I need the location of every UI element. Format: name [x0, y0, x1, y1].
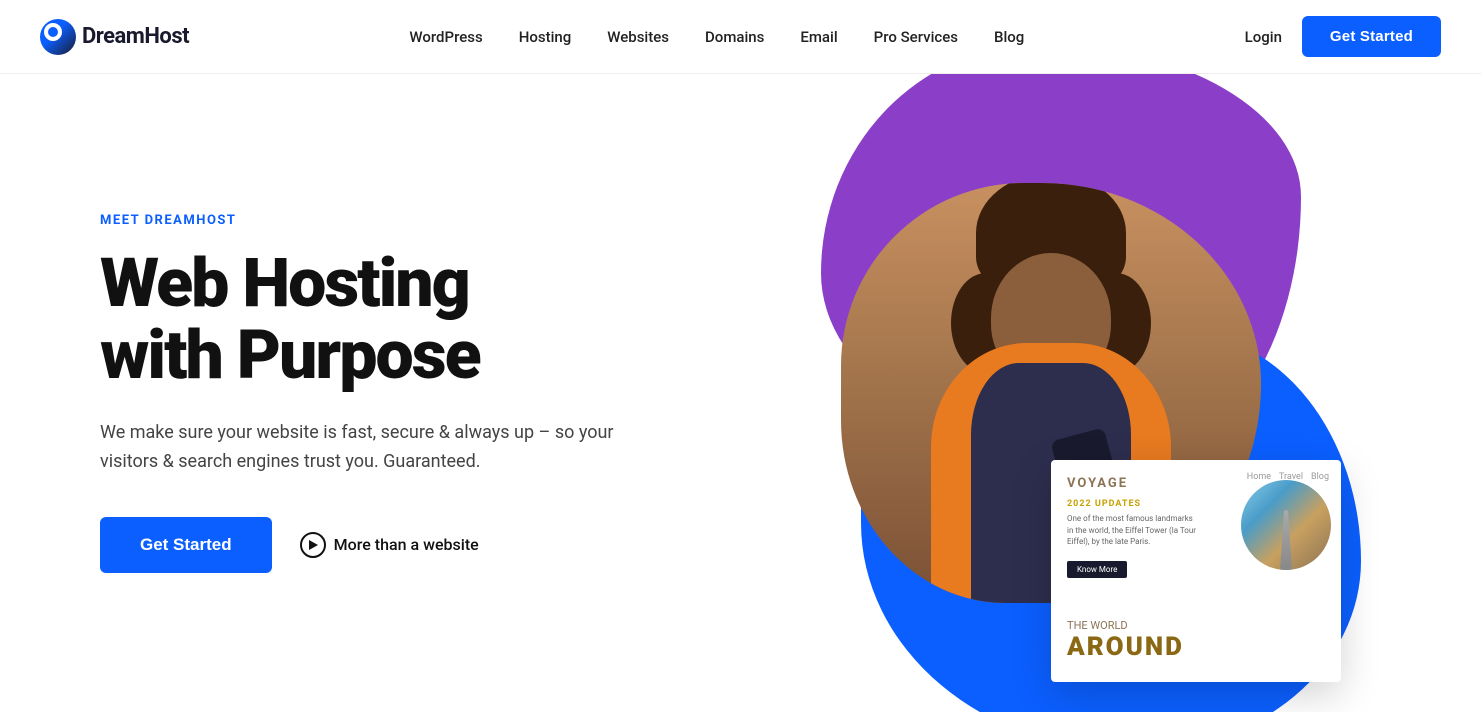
- voyage-image-inner: [1241, 480, 1331, 570]
- eiffel-tower-icon: [1276, 510, 1296, 570]
- hero-left: MEET DREAMHOST Web Hosting with Purpose …: [100, 213, 805, 572]
- nav-pro-services[interactable]: Pro Services: [874, 28, 958, 46]
- hero-right: VOYAGE Home Travel Blog 2022 UPDATES One…: [805, 74, 1381, 712]
- voyage-know-more-button[interactable]: Know More: [1067, 561, 1127, 578]
- nav-right: Login Get Started: [1245, 16, 1441, 57]
- hero-subtitle: We make sure your website is fast, secur…: [100, 419, 620, 477]
- hero-title: Web Hosting with Purpose: [100, 248, 765, 391]
- hero-title-line2: with Purpose: [100, 315, 480, 395]
- voyage-body-text: One of the most famous landmarks in the …: [1067, 513, 1197, 547]
- nav-links: WordPress Hosting Websites Domains Email…: [409, 28, 1024, 46]
- voyage-nav-home: Home: [1247, 472, 1271, 482]
- hero-title-line1: Web Hosting: [100, 243, 469, 323]
- secondary-link-label: More than a website: [334, 535, 479, 554]
- nav-hosting[interactable]: Hosting: [519, 28, 572, 46]
- voyage-image: [1241, 480, 1331, 570]
- hero-section: MEET DREAMHOST Web Hosting with Purpose …: [0, 74, 1481, 712]
- voyage-the-world: THE WORLD: [1067, 619, 1184, 632]
- navbar: DreamHost WordPress Hosting Websites Dom…: [0, 0, 1481, 74]
- more-than-a-website-link[interactable]: More than a website: [300, 532, 479, 558]
- voyage-around: AROUND: [1067, 632, 1184, 662]
- voyage-card-inner: VOYAGE Home Travel Blog 2022 UPDATES One…: [1051, 460, 1341, 602]
- hero-get-started-button[interactable]: Get Started: [100, 517, 272, 573]
- hero-eyebrow: MEET DREAMHOST: [100, 213, 765, 228]
- nav-email[interactable]: Email: [800, 28, 837, 46]
- nav-get-started-button[interactable]: Get Started: [1302, 16, 1441, 57]
- play-icon: [300, 532, 326, 558]
- voyage-card-bottom: THE WORLD AROUND: [1051, 602, 1341, 682]
- nav-websites[interactable]: Websites: [607, 28, 669, 46]
- voyage-world-text: THE WORLD AROUND: [1067, 619, 1184, 662]
- voyage-card: VOYAGE Home Travel Blog 2022 UPDATES One…: [1051, 460, 1341, 682]
- nav-wordpress[interactable]: WordPress: [409, 28, 482, 46]
- nav-domains[interactable]: Domains: [705, 28, 764, 46]
- hero-actions: Get Started More than a website: [100, 517, 765, 573]
- brand-name: DreamHost: [82, 24, 189, 49]
- login-link[interactable]: Login: [1245, 28, 1282, 46]
- logo-link[interactable]: DreamHost: [40, 19, 189, 55]
- logo-icon: [40, 19, 76, 55]
- voyage-nav-blog: Blog: [1311, 472, 1329, 482]
- nav-blog[interactable]: Blog: [994, 28, 1024, 46]
